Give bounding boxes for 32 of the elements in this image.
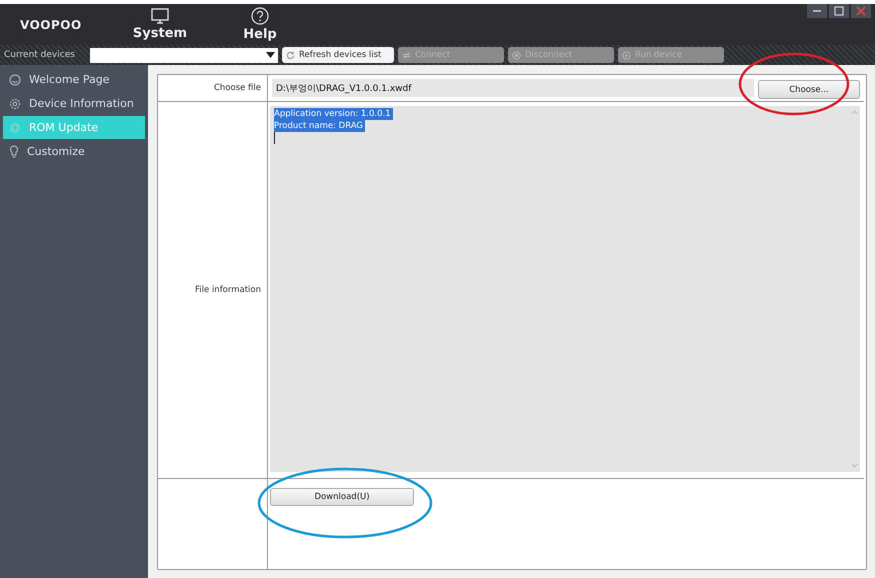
download-button[interactable]: Download(U) [270,488,414,506]
sidebar-item[interactable]: Welcome Page [3,68,145,91]
field-label: File information [195,285,261,295]
scroll-up-icon[interactable] [850,110,858,115]
upload-circle-icon [9,122,21,134]
help-icon [251,7,269,25]
dropdown-arrow-icon [266,52,275,58]
two-arrows-icon [402,50,411,60]
sidebar-item[interactable]: Customize [3,140,145,163]
devices-label: Current devices [4,50,76,60]
maximize-button[interactable] [829,4,849,18]
close-icon [856,6,866,16]
menu-item[interactable]: System [130,8,190,41]
choose-button[interactable]: Choose... [758,80,860,100]
app-logo: VOOPOO [19,18,83,32]
play-circle-icon [622,50,631,60]
menu-item[interactable]: Help [230,7,290,42]
smiley-icon [9,74,21,86]
stop-circle-icon [512,50,521,60]
monitor-icon [151,8,169,24]
scroll-down-icon[interactable] [850,463,858,468]
gear-icon [9,98,21,110]
minimize-button[interactable] [807,4,827,18]
bulb-icon [9,145,19,158]
maximize-icon [834,6,844,16]
devices-dropdown[interactable] [90,48,278,62]
field-label: Choose file [214,83,261,93]
refresh-icon [286,50,295,60]
toolbar-button[interactable]: Refresh devices list [282,47,394,63]
file-info-textarea[interactable]: Application version: 1.0.0.1 Product name: DRAG [270,106,860,472]
file-path-field[interactable]: D:\부엉이\DRAG_V1.0.0.1.xwdf [272,79,754,97]
sidebar-item[interactable]: Device Information [3,92,145,115]
